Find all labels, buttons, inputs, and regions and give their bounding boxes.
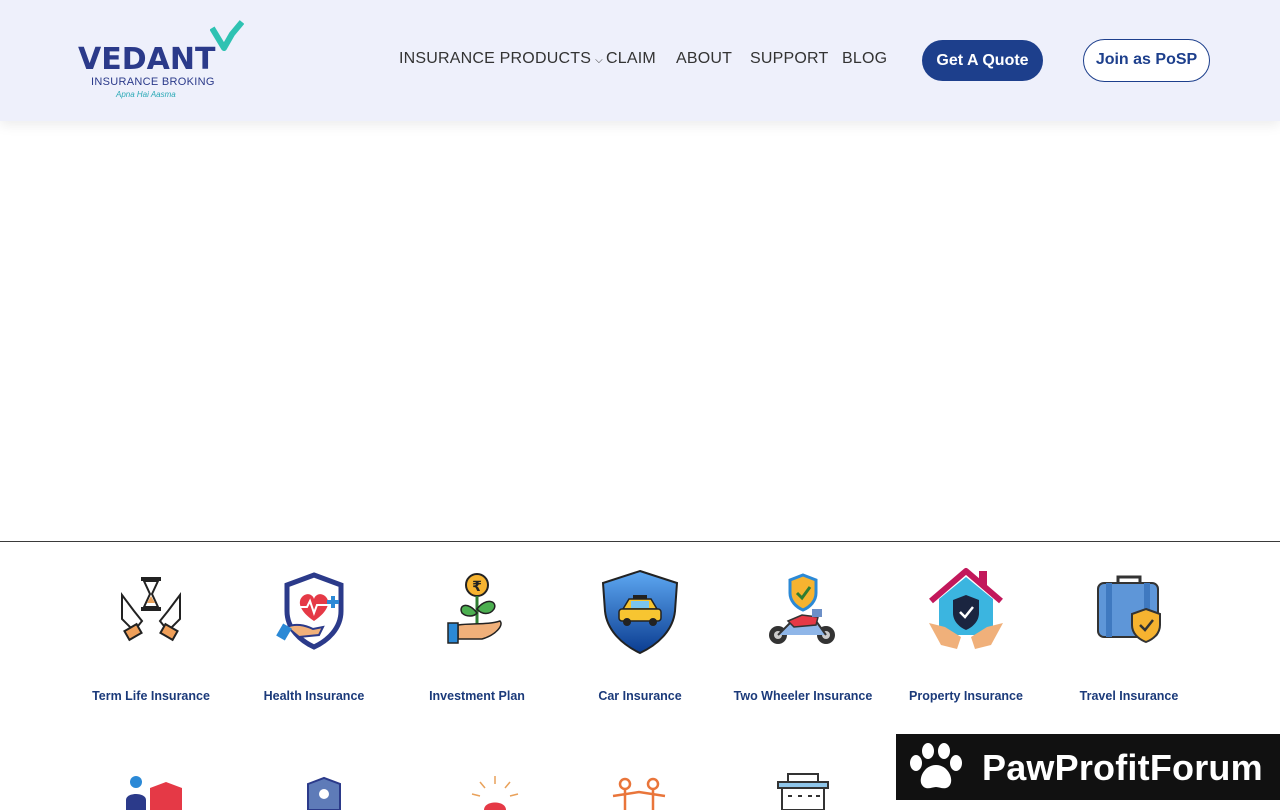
product-property[interactable]: Property Insurance	[891, 565, 1041, 703]
logo-subtitle: INSURANCE BROKING	[91, 76, 215, 88]
product-label: Health Insurance	[263, 689, 365, 703]
logo[interactable]: VEDANT INSURANCE BROKING Apna Hai Aasma	[78, 20, 248, 102]
product-label: Two Wheeler Insurance	[733, 689, 873, 703]
product-investment[interactable]: ₹ Investment Plan	[402, 565, 552, 703]
investment-icon: ₹	[447, 573, 502, 644]
logo-tagline: Apna Hai Aasma	[116, 90, 176, 99]
join-posp-button[interactable]: Join as PoSP	[1083, 39, 1210, 82]
product-health[interactable]: Health Insurance	[239, 565, 389, 703]
promo-text: PawProfitForum	[982, 747, 1263, 788]
product-two-wheeler[interactable]: Two Wheeler Insurance	[728, 565, 878, 703]
nav-claim[interactable]: CLAIM	[606, 50, 656, 68]
family-icon	[612, 777, 666, 810]
product-label: Property Insurance	[909, 689, 1023, 703]
term-life-icon	[121, 577, 181, 642]
chevron-down-icon: ⌵	[595, 55, 603, 66]
sparkle-icon	[471, 776, 519, 810]
paw-icon	[910, 743, 962, 789]
building-icon	[777, 773, 829, 810]
two-wheeler-icon	[769, 573, 835, 644]
person-shield-icon	[126, 776, 182, 810]
product-label: Investment Plan	[429, 689, 525, 703]
nav-label: INSURANCE PRODUCTS	[399, 50, 592, 67]
product-label: Car Insurance	[598, 689, 682, 703]
car-icon	[601, 569, 679, 655]
svg-text:₹: ₹	[472, 579, 482, 595]
site-header: VEDANT INSURANCE BROKING Apna Hai Aasma …	[0, 0, 1280, 121]
nav-blog[interactable]: BLOG	[842, 50, 887, 68]
location-shield-icon	[307, 776, 341, 810]
section-divider	[0, 541, 1280, 542]
health-icon	[276, 572, 344, 650]
travel-icon	[1097, 575, 1161, 644]
product-travel[interactable]: Travel Insurance	[1054, 565, 1204, 703]
product-term-life[interactable]: Term Life Insurance	[76, 565, 226, 703]
nav-about[interactable]: ABOUT	[676, 50, 732, 68]
product-label: Term Life Insurance	[92, 689, 210, 703]
product-car[interactable]: Car Insurance	[565, 565, 715, 703]
nav-support[interactable]: SUPPORT	[750, 50, 828, 68]
nav-insurance-products[interactable]: INSURANCE PRODUCTS ⌵	[399, 50, 603, 68]
product-label: Travel Insurance	[1079, 689, 1179, 703]
property-icon	[929, 568, 1003, 649]
promo-banner[interactable]: PawProfitForum	[896, 734, 1280, 800]
get-quote-button[interactable]: Get A Quote	[922, 40, 1043, 81]
logo-wordmark: VEDANT	[78, 42, 216, 77]
